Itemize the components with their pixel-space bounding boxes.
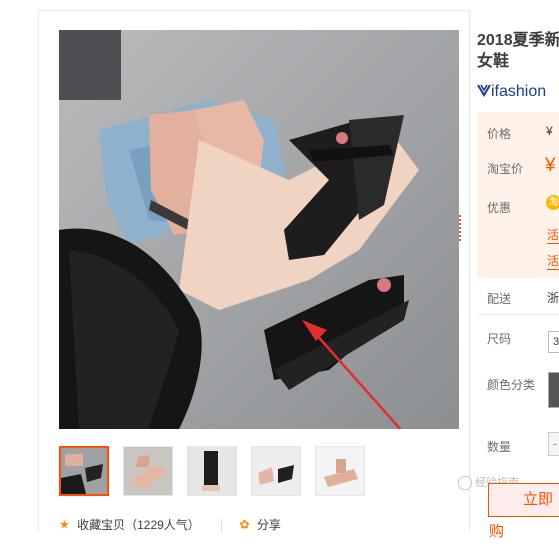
size-option[interactable]: 3 <box>548 331 559 353</box>
main-product-image[interactable] <box>59 30 459 429</box>
shipping-value: 浙 <box>547 291 559 305</box>
thumbnail-2[interactable] <box>123 446 173 496</box>
star-icon: ★ <box>59 517 70 532</box>
watermark-icon <box>458 476 472 491</box>
promo-tag-1[interactable]: 活 <box>547 226 559 244</box>
promo-badge: 淘 <box>546 195 559 210</box>
divider <box>477 314 559 315</box>
color-label: 颜色分类 <box>487 378 536 392</box>
share-link[interactable]: 分享 <box>257 518 281 532</box>
thumbnail-image <box>61 448 107 494</box>
price-value: ¥ <box>546 124 553 138</box>
product-title: 2018夏季新 女鞋 <box>477 30 559 72</box>
title-line-2: 女鞋 <box>477 53 510 70</box>
share-icon: ✿ <box>239 517 250 532</box>
thumbnail-3[interactable] <box>187 446 237 496</box>
promo-label: 优惠 <box>487 201 512 215</box>
thumbnail-4[interactable] <box>251 446 301 496</box>
thumbnail-image <box>188 447 236 495</box>
color-option[interactable] <box>548 372 559 408</box>
thumbnail-5[interactable] <box>315 446 365 496</box>
shipping-label: 配送 <box>487 292 512 306</box>
annotation-mark <box>453 215 461 241</box>
title-line-1: 2018夏季新 <box>477 32 559 49</box>
buy-now-button[interactable]: 立即购 <box>488 483 559 540</box>
product-photo <box>59 30 459 429</box>
brand-icon <box>477 84 491 97</box>
brand-logo[interactable]: ifashion <box>477 83 546 101</box>
favorite-share-row: ★ 收藏宝贝（1229人气） ✿ 分享 <box>59 516 281 533</box>
promo-tag-2[interactable]: 活 <box>547 252 559 270</box>
taobao-price-label: 淘宝价 <box>487 162 524 176</box>
thumbnail-strip <box>59 446 479 498</box>
thumbnail-1[interactable] <box>59 446 109 496</box>
brand-name: ifashion <box>491 83 547 100</box>
taobao-price-value: ¥ <box>545 155 556 176</box>
thumbnail-image <box>252 447 300 495</box>
thumbnail-image <box>124 447 172 495</box>
price-label: 价格 <box>487 127 512 141</box>
quantity-decrement[interactable]: - <box>548 432 559 456</box>
divider <box>221 518 223 531</box>
thumbnail-image <box>316 447 364 495</box>
quantity-label: 数量 <box>487 440 512 454</box>
favorite-link[interactable]: 收藏宝贝（1229人气） <box>77 518 200 532</box>
size-label: 尺码 <box>487 332 512 346</box>
